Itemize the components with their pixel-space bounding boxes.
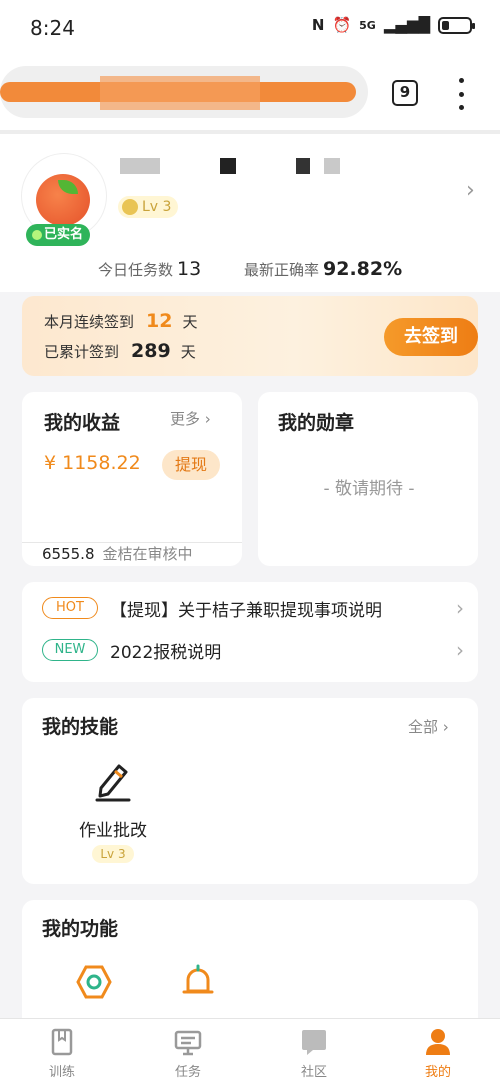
- signal-icon: ▂▄▆█: [383, 16, 430, 34]
- url-bar[interactable]: (: [0, 66, 368, 118]
- tab-label: 我的: [424, 1065, 451, 1080]
- username-redacted: [120, 158, 160, 174]
- signin-total: 已累计签到 289 天: [44, 340, 196, 362]
- network-label: 5G: [359, 18, 376, 32]
- pencil-icon: [95, 764, 131, 802]
- skills-card: 我的技能 全部 › 作业批改 Lv 3: [22, 698, 478, 884]
- signin-banner: 本月连续签到 12 天 已累计签到 289 天 去签到: [22, 296, 478, 376]
- username-redacted: [296, 158, 310, 174]
- medals-placeholder: - 敬请期待 -: [323, 479, 415, 499]
- more-menu-icon[interactable]: [456, 78, 466, 110]
- chat-bubble-icon: [302, 1030, 326, 1055]
- earnings-title: 我的收益: [44, 412, 121, 434]
- hot-tag: HOT: [42, 597, 98, 619]
- hexagon-icon[interactable]: [76, 964, 112, 1000]
- chevron-right-icon: ›: [456, 596, 464, 620]
- chevron-right-icon[interactable]: ›: [466, 178, 475, 203]
- functions-card: 我的功能: [22, 900, 478, 1030]
- notice-text: 2022报税说明: [110, 642, 222, 663]
- skill-homework-grading[interactable]: 作业批改 Lv 3: [58, 758, 168, 863]
- tab-label: 训练: [48, 1065, 75, 1080]
- level-badge: Lv 3: [118, 196, 178, 218]
- tab-community[interactable]: 社区: [284, 1027, 344, 1080]
- medals-title: 我的勋章: [278, 412, 355, 434]
- signin-button[interactable]: 去签到: [384, 318, 478, 356]
- skill-level-badge: Lv 3: [92, 845, 134, 863]
- redaction-scribble: [100, 76, 260, 110]
- person-icon: [426, 1029, 450, 1055]
- battery-icon: [438, 16, 475, 34]
- verified-badge: 已实名: [26, 224, 90, 246]
- book-icon: [51, 1028, 73, 1056]
- status-bar: 8:24 N ⏰ 5G ▂▄▆█: [0, 0, 500, 56]
- nfc-icon: N: [311, 16, 325, 34]
- task-board-icon: [174, 1030, 202, 1056]
- profile-section[interactable]: 已实名 Lv 3 › 今日任务数 13 最新正确率 92.82%: [0, 134, 500, 292]
- tab-training[interactable]: 训练: [32, 1027, 92, 1080]
- orange-logo: [36, 174, 90, 226]
- bell-icon[interactable]: [180, 964, 216, 1000]
- tab-label: 社区: [300, 1065, 327, 1080]
- withdraw-button[interactable]: 提现: [162, 450, 220, 480]
- bottom-tab-bar: 训练 任务 社区 我的: [0, 1018, 500, 1084]
- today-tasks-stat: 今日任务数 13: [98, 258, 202, 280]
- skill-label: 作业批改: [79, 821, 147, 841]
- status-icons: N ⏰ 5G ▂▄▆█: [311, 16, 475, 34]
- status-time: 8:24: [30, 16, 75, 40]
- alarm-icon: ⏰: [332, 16, 352, 34]
- skills-all-link[interactable]: 全部 ›: [408, 716, 449, 737]
- skills-title: 我的技能: [42, 716, 119, 738]
- notices-card: HOT 【提现】关于桔子兼职提现事项说明 › NEW 2022报税说明 ›: [22, 582, 478, 682]
- new-tag: NEW: [42, 639, 98, 661]
- earnings-card[interactable]: 我的收益 更多 › ¥ 1158.22 提现 6555.8 金桔在审核中: [22, 392, 242, 566]
- battery-fill: [442, 20, 449, 30]
- earnings-more-link[interactable]: 更多 ›: [170, 408, 211, 429]
- earnings-amount: ¥ 1158.22: [44, 452, 141, 474]
- browser-bar: ( 9: [0, 56, 500, 132]
- notice-text: 【提现】关于桔子兼职提现事项说明: [110, 600, 382, 621]
- username-redacted: [324, 158, 340, 174]
- accuracy-stat: 最新正确率 92.82%: [244, 258, 403, 280]
- tab-switcher-button[interactable]: 9: [392, 80, 418, 106]
- chevron-right-icon: ›: [456, 638, 464, 662]
- functions-title: 我的功能: [42, 918, 119, 940]
- pending-earnings: 6555.8 金桔在审核中: [22, 542, 242, 566]
- tab-label: 任务: [174, 1065, 201, 1080]
- tab-mine[interactable]: 我的: [408, 1027, 468, 1080]
- tab-tasks[interactable]: 任务: [158, 1027, 218, 1080]
- notice-hot[interactable]: HOT 【提现】关于桔子兼职提现事项说明 ›: [42, 592, 482, 624]
- notice-new[interactable]: NEW 2022报税说明 ›: [42, 634, 482, 666]
- medals-card[interactable]: 我的勋章 - 敬请期待 -: [258, 392, 478, 566]
- username-redacted: [220, 158, 236, 174]
- signin-streak: 本月连续签到 12 天: [44, 310, 198, 332]
